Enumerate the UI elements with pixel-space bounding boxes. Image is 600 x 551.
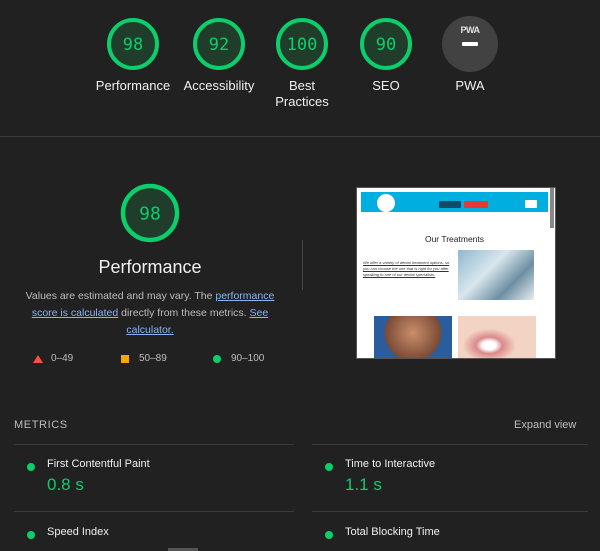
scrollbar bbox=[550, 188, 554, 228]
smiling-patient-image bbox=[374, 316, 452, 358]
legend-pass: 90–100 bbox=[213, 353, 264, 364]
dental-chair-image bbox=[458, 250, 534, 300]
preview-button bbox=[439, 201, 461, 208]
gauge-label: Accessibility bbox=[183, 78, 255, 93]
pass-circle-icon bbox=[27, 463, 35, 471]
gauge-performance[interactable]: 98 Performance bbox=[88, 16, 178, 94]
metrics-heading: METRICS bbox=[14, 419, 68, 431]
menu-icon bbox=[525, 200, 537, 208]
divider bbox=[14, 511, 294, 512]
legend-fail: 0–49 bbox=[33, 353, 73, 364]
gauge-label: PWA bbox=[455, 78, 485, 93]
divider bbox=[312, 511, 588, 512]
gauge-best-practices[interactable]: 100 Best Practices bbox=[257, 16, 347, 110]
metric-name: Speed Index bbox=[47, 526, 109, 538]
logo-icon bbox=[377, 194, 395, 212]
gauge-score: 100 bbox=[287, 35, 318, 55]
preview-navbar bbox=[361, 192, 548, 212]
legend-label: 0–49 bbox=[51, 353, 74, 364]
gauge-ring: 92 bbox=[193, 18, 245, 70]
performance-description: Values are estimated and may vary. The p… bbox=[20, 288, 280, 339]
divider bbox=[14, 444, 294, 445]
performance-gauge: 98 bbox=[120, 183, 180, 243]
pass-circle-icon bbox=[325, 531, 333, 539]
pwa-badge-text: PWA bbox=[460, 25, 480, 35]
performance-score: 98 bbox=[139, 204, 161, 225]
gauge-pwa[interactable]: PWA PWA bbox=[425, 16, 515, 94]
gauge-ring: 98 bbox=[107, 18, 159, 70]
final-screenshot[interactable]: Our Treatments We offer a variety of den… bbox=[356, 187, 556, 359]
metric-name: Total Blocking Time bbox=[345, 526, 440, 538]
expand-view-toggle[interactable]: Expand view bbox=[514, 419, 576, 431]
legend-average: 50–89 bbox=[121, 353, 167, 364]
gauge-score: 98 bbox=[123, 35, 143, 55]
pass-circle-icon bbox=[27, 531, 35, 539]
preview-paragraph: We offer a variety of dental treatment o… bbox=[363, 260, 450, 277]
legend-label: 90–100 bbox=[231, 353, 265, 364]
gauge-score: 90 bbox=[376, 35, 396, 55]
metric-name: First Contentful Paint bbox=[47, 458, 150, 470]
pass-circle-icon bbox=[325, 463, 333, 471]
metric-value: 1.1 s bbox=[345, 475, 382, 494]
gauge-label: Best Practices bbox=[275, 78, 329, 109]
gauge-accessibility[interactable]: 92 Accessibility bbox=[174, 16, 264, 94]
divider bbox=[312, 444, 588, 445]
divider bbox=[302, 240, 303, 290]
score-summary: 98 Performance 92 Accessibility 100 Best… bbox=[0, 0, 600, 137]
desc-text: Values are estimated and may vary. The bbox=[25, 290, 216, 302]
gauge-label: Performance bbox=[95, 78, 171, 93]
gauge-seo[interactable]: 90 SEO bbox=[341, 16, 431, 94]
legend-label: 50–89 bbox=[139, 353, 167, 364]
square-icon bbox=[121, 354, 129, 363]
gauge-score: 92 bbox=[209, 35, 229, 55]
pwa-badge-icon: PWA bbox=[442, 16, 498, 72]
desc-text: directly from these metrics. bbox=[118, 307, 250, 319]
performance-title: Performance bbox=[98, 257, 202, 277]
gauge-ring: 100 bbox=[276, 18, 328, 70]
gauge-label: SEO bbox=[372, 78, 400, 93]
gauge-ring: 90 bbox=[360, 18, 412, 70]
dash-icon bbox=[462, 42, 478, 46]
triangle-icon bbox=[33, 354, 43, 363]
performance-panel: 98 Performance Values are estimated and … bbox=[0, 137, 600, 551]
preview-heading: Our Treatments bbox=[424, 234, 485, 244]
smile-closeup-image bbox=[458, 316, 536, 358]
metric-name: Time to Interactive bbox=[345, 458, 436, 470]
metric-value: 0.8 s bbox=[47, 475, 84, 494]
circle-icon bbox=[213, 354, 221, 363]
preview-button bbox=[464, 201, 488, 208]
